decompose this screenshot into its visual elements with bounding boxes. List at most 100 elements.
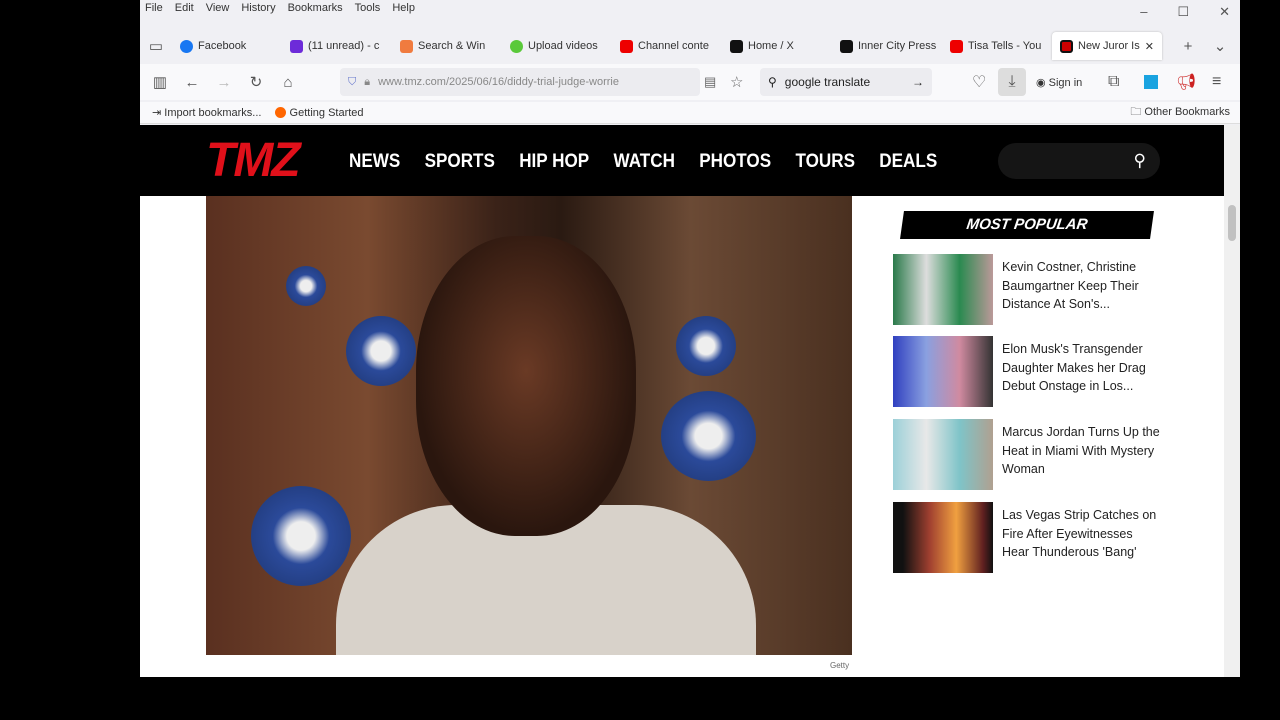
- tab-label: Upload videos: [528, 40, 598, 52]
- seal-image: [286, 266, 326, 306]
- nav-deals[interactable]: DEALS: [879, 151, 937, 173]
- article-hero-image[interactable]: [206, 196, 852, 655]
- tab[interactable]: Tisa Tells - You: [942, 32, 1052, 60]
- menu-view[interactable]: View: [206, 2, 230, 14]
- search-icon: ⚲: [1133, 151, 1146, 170]
- bookmark-label: Import bookmarks...: [164, 107, 262, 119]
- menu-bar: File Edit View History Bookmarks Tools H…: [145, 2, 415, 14]
- back-button[interactable]: ←: [176, 74, 208, 91]
- site-nav: NEWS SPORTS HIP HOP WATCH PHOTOS TOURS D…: [349, 151, 937, 173]
- tab-label: Tisa Tells - You: [968, 40, 1042, 52]
- person-face: [416, 236, 636, 536]
- tab[interactable]: Home / X: [722, 32, 832, 60]
- tab[interactable]: Upload videos: [502, 32, 612, 60]
- menu-tools[interactable]: Tools: [355, 2, 381, 14]
- tab-label: Home / X: [748, 40, 794, 52]
- popular-item[interactable]: Kevin Costner, Christine Baumgartner Kee…: [893, 254, 1163, 325]
- seal-image: [661, 391, 756, 481]
- tmz-logo[interactable]: TMZ: [206, 133, 301, 188]
- shield-icon: ⛉: [348, 75, 357, 88]
- nav-sports[interactable]: SPORTS: [425, 151, 495, 173]
- photo-credit: Getty: [830, 661, 850, 670]
- other-bookmarks[interactable]: 🗀 Other Bookmarks: [1130, 103, 1230, 122]
- x-icon: [840, 39, 853, 53]
- bookmarks-bar: ⇥ Import bookmarks... Getting Started 🗀 …: [140, 102, 1240, 124]
- close-tab-icon[interactable]: ✕: [1145, 40, 1154, 53]
- thumbnail: [893, 419, 993, 490]
- page-scrollbar[interactable]: [1224, 125, 1240, 677]
- tab[interactable]: Facebook: [172, 32, 282, 60]
- browser-window: File Edit View History Bookmarks Tools H…: [140, 0, 1240, 677]
- url-bar[interactable]: ⛉ 🔒︎ www.tmz.com/2025/06/16/diddy-trial-ju…: [340, 68, 700, 96]
- reload-button[interactable]: ↻: [240, 73, 272, 91]
- facebook-icon: [180, 39, 193, 53]
- extensions-icon[interactable]: ⧉: [1108, 73, 1119, 91]
- tab[interactable]: (11 unread) - c: [282, 32, 392, 60]
- new-tab-button[interactable]: +: [1172, 38, 1204, 55]
- nav-toolbar: ▥ ← → ↻ ⌂ ⛉ 🔒︎ www.tmz.com/2025/06/16/didd…: [140, 64, 1240, 100]
- thumbnail: [893, 336, 993, 407]
- popular-title[interactable]: Elon Musk's Transgender Daughter Makes h…: [1002, 340, 1163, 407]
- lock-icon: 🔒︎: [364, 75, 371, 88]
- tab-strip: ▭ Facebook (11 unread) - c Search & Win …: [140, 32, 1240, 60]
- search-bar[interactable]: ⚲ google translate →: [760, 68, 932, 96]
- tab-label: (11 unread) - c: [308, 40, 380, 52]
- downloads-icon[interactable]: ⤓: [998, 68, 1026, 96]
- site-header: TMZ NEWS SPORTS HIP HOP WATCH PHOTOS TOU…: [140, 125, 1224, 196]
- thumbnail: [893, 502, 993, 573]
- tab-active[interactable]: New Juror Is ✕: [1052, 32, 1162, 60]
- reader-view-icon[interactable]: ▤: [704, 74, 716, 90]
- bookmark-star-icon[interactable]: ☆: [730, 73, 743, 91]
- sign-in-button[interactable]: ◉ Sign in: [1036, 76, 1082, 89]
- nav-photos[interactable]: PHOTOS: [699, 151, 771, 173]
- popular-title[interactable]: Marcus Jordan Turns Up the Heat in Miami…: [1002, 423, 1163, 490]
- site-search[interactable]: ⚲: [998, 143, 1160, 179]
- bookmark-label: Other Bookmarks: [1144, 106, 1230, 118]
- search-win-icon: [400, 39, 413, 53]
- firefox-icon: [275, 107, 287, 119]
- popular-item[interactable]: Elon Musk's Transgender Daughter Makes h…: [893, 336, 1163, 407]
- youtube-icon: [620, 39, 633, 53]
- scrollbar-thumb[interactable]: [1228, 205, 1236, 241]
- menu-edit[interactable]: Edit: [175, 2, 194, 14]
- tab[interactable]: Channel conte: [612, 32, 722, 60]
- forward-button[interactable]: →: [208, 74, 240, 91]
- popular-title[interactable]: Kevin Costner, Christine Baumgartner Kee…: [1002, 258, 1163, 325]
- megaphone-icon[interactable]: 📢︎: [1176, 72, 1196, 92]
- sign-in-label: Sign in: [1048, 76, 1083, 89]
- menu-file[interactable]: File: [145, 2, 163, 14]
- minimize-button[interactable]: –: [1140, 4, 1147, 20]
- popular-item[interactable]: Marcus Jordan Turns Up the Heat in Miami…: [893, 419, 1163, 490]
- extension-badge-icon[interactable]: [1144, 75, 1158, 89]
- list-tabs-icon[interactable]: ⌄: [1204, 37, 1236, 55]
- menu-history[interactable]: History: [241, 2, 275, 14]
- popular-item[interactable]: Las Vegas Strip Catches on Fire After Ey…: [893, 502, 1163, 573]
- getting-started-bookmark[interactable]: Getting Started: [275, 107, 364, 119]
- import-bookmarks[interactable]: ⇥ Import bookmarks...: [152, 106, 261, 119]
- nav-hip-hop[interactable]: HIP HOP: [519, 151, 589, 173]
- search-text: google translate: [784, 75, 871, 89]
- seal-image: [676, 316, 736, 376]
- maximize-button[interactable]: ☐: [1177, 4, 1189, 20]
- go-arrow-icon[interactable]: →: [912, 75, 924, 89]
- close-window-button[interactable]: ✕: [1219, 4, 1230, 20]
- nav-watch[interactable]: WATCH: [614, 151, 675, 173]
- sidebar-icon[interactable]: ▥: [144, 73, 176, 91]
- menu-help[interactable]: Help: [392, 2, 415, 14]
- home-button[interactable]: ⌂: [272, 74, 304, 91]
- popular-title[interactable]: Las Vegas Strip Catches on Fire After Ey…: [1002, 506, 1163, 573]
- youtube-icon: [950, 39, 963, 53]
- nav-tours[interactable]: TOURS: [795, 151, 855, 173]
- nav-news[interactable]: NEWS: [349, 151, 400, 173]
- tab[interactable]: Inner City Press: [832, 32, 942, 60]
- seal-image: [251, 486, 351, 586]
- upload-icon: [510, 39, 523, 53]
- menu-bookmarks[interactable]: Bookmarks: [288, 2, 343, 14]
- menu-hamburger-icon[interactable]: ≡: [1212, 73, 1221, 91]
- tab-overview-icon[interactable]: ▭: [140, 37, 172, 55]
- pocket-icon[interactable]: ♡: [972, 72, 986, 92]
- url-text: www.tmz.com/2025/06/16/diddy-trial-judge…: [378, 76, 619, 88]
- x-icon: [730, 39, 743, 53]
- tab-label: Facebook: [198, 40, 247, 52]
- tab[interactable]: Search & Win: [392, 32, 502, 60]
